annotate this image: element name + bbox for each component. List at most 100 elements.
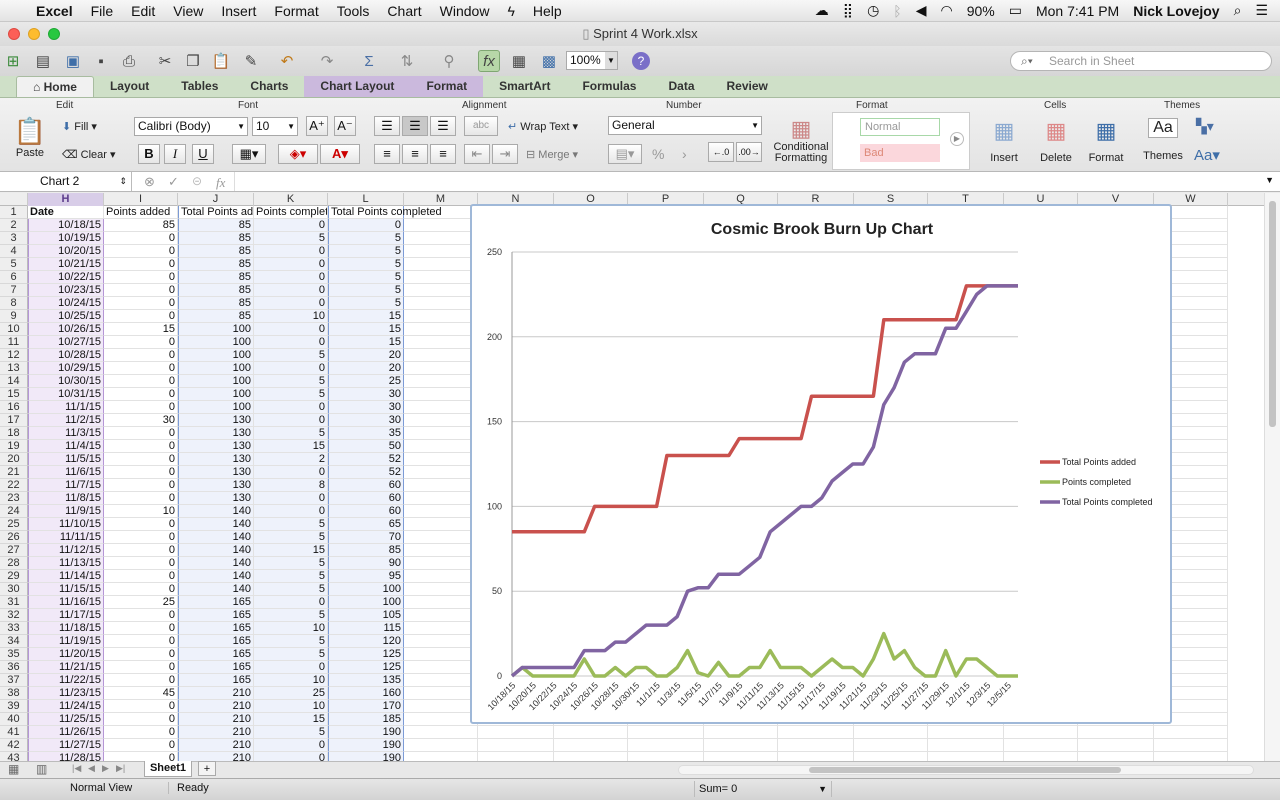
value-cell[interactable]: 190: [328, 752, 404, 761]
fx-label[interactable]: fx: [216, 175, 225, 191]
gallery-next-icon[interactable]: ▶: [950, 132, 964, 146]
bluetooth-icon[interactable]: ᛒ: [893, 3, 901, 19]
value-cell[interactable]: 0: [104, 310, 178, 323]
wrap-text-button[interactable]: ↵ Wrap Text ▾: [508, 120, 578, 133]
spotlight-icon[interactable]: ⌕: [1234, 2, 1242, 19]
empty-cell[interactable]: [404, 258, 478, 271]
align-middle-button[interactable]: ☰: [402, 116, 428, 136]
value-cell[interactable]: 25: [254, 687, 328, 700]
empty-cell[interactable]: [404, 596, 478, 609]
date-cell[interactable]: 11/18/15: [28, 622, 104, 635]
value-cell[interactable]: 0: [104, 349, 178, 362]
value-cell[interactable]: 5: [328, 232, 404, 245]
value-cell[interactable]: 85: [178, 297, 254, 310]
copy-icon[interactable]: ❐: [182, 50, 204, 72]
menu-chart[interactable]: Chart: [378, 3, 430, 19]
underline-button[interactable]: U: [192, 144, 214, 164]
empty-cell[interactable]: [404, 531, 478, 544]
empty-cell[interactable]: [628, 739, 704, 752]
zoom-window-button[interactable]: [48, 28, 60, 40]
increase-font-size-button[interactable]: A⁺: [306, 116, 328, 136]
row-header[interactable]: 29: [0, 570, 28, 583]
value-cell[interactable]: 130: [178, 453, 254, 466]
row-header[interactable]: 16: [0, 401, 28, 414]
value-cell[interactable]: 0: [104, 518, 178, 531]
value-cell[interactable]: 25: [104, 596, 178, 609]
date-cell[interactable]: 11/1/15: [28, 401, 104, 414]
date-cell[interactable]: 10/25/15: [28, 310, 104, 323]
tab-review[interactable]: Review: [711, 76, 784, 97]
value-cell[interactable]: 0: [254, 245, 328, 258]
value-cell[interactable]: 190: [328, 726, 404, 739]
app-menu[interactable]: Excel: [27, 3, 82, 19]
date-cell[interactable]: 11/22/15: [28, 674, 104, 687]
value-cell[interactable]: 140: [178, 583, 254, 596]
theme-fonts-icon[interactable]: Aa▾: [1194, 146, 1220, 164]
empty-cell[interactable]: [404, 323, 478, 336]
empty-cell[interactable]: [1154, 752, 1228, 761]
date-cell[interactable]: 10/21/15: [28, 258, 104, 271]
date-cell[interactable]: 10/29/15: [28, 362, 104, 375]
toolbox-icon[interactable]: ▩: [538, 50, 560, 72]
tab-home[interactable]: ⌂ Home: [16, 76, 94, 97]
value-cell[interactable]: 100: [328, 583, 404, 596]
value-cell[interactable]: 5: [328, 297, 404, 310]
value-cell[interactable]: 0: [104, 752, 178, 761]
header-cell[interactable]: Total Points completed: [328, 206, 442, 219]
header-cell[interactable]: Total Points added: [178, 206, 254, 219]
row-header[interactable]: 11: [0, 336, 28, 349]
menu-insert[interactable]: Insert: [212, 3, 265, 19]
value-cell[interactable]: 0: [254, 271, 328, 284]
value-cell[interactable]: 60: [328, 492, 404, 505]
value-cell[interactable]: 0: [254, 596, 328, 609]
date-cell[interactable]: 11/20/15: [28, 648, 104, 661]
style-normal[interactable]: Normal: [860, 118, 940, 136]
tab-data[interactable]: Data: [652, 76, 710, 97]
empty-cell[interactable]: [404, 570, 478, 583]
row-header[interactable]: 4: [0, 245, 28, 258]
menu-help[interactable]: Help: [524, 3, 571, 19]
clock-icon[interactable]: ◷: [867, 2, 879, 19]
save-icon[interactable]: ▪: [90, 50, 112, 72]
formula-input[interactable]: [234, 172, 1264, 191]
date-cell[interactable]: 11/4/15: [28, 440, 104, 453]
merge-button[interactable]: ⊟ Merge ▾: [526, 148, 578, 161]
format-cells-button[interactable]: ▦ Format: [1084, 118, 1128, 164]
value-cell[interactable]: 5: [254, 557, 328, 570]
add-sheet-icon[interactable]: +: [198, 761, 216, 776]
align-left-button[interactable]: ≡: [374, 144, 400, 164]
value-cell[interactable]: 0: [104, 674, 178, 687]
value-cell[interactable]: 0: [104, 609, 178, 622]
next-sheet-icon[interactable]: ▶: [102, 763, 109, 774]
value-cell[interactable]: 30: [328, 414, 404, 427]
paste-button[interactable]: 📋 Paste: [10, 116, 50, 159]
header-cell[interactable]: Date: [28, 206, 104, 219]
row-header[interactable]: 22: [0, 479, 28, 492]
empty-cell[interactable]: [404, 336, 478, 349]
value-cell[interactable]: 165: [178, 674, 254, 687]
date-cell[interactable]: 10/22/15: [28, 271, 104, 284]
empty-cell[interactable]: [928, 739, 1004, 752]
value-cell[interactable]: 0: [104, 440, 178, 453]
value-cell[interactable]: 100: [178, 362, 254, 375]
value-cell[interactable]: 0: [104, 557, 178, 570]
empty-cell[interactable]: [1078, 752, 1154, 761]
tab-formulas[interactable]: Formulas: [566, 76, 652, 97]
value-cell[interactable]: 165: [178, 635, 254, 648]
row-header[interactable]: 39: [0, 700, 28, 713]
empty-cell[interactable]: [404, 466, 478, 479]
sheet-tab[interactable]: Sheet1: [144, 761, 192, 777]
value-cell[interactable]: 5: [254, 388, 328, 401]
date-cell[interactable]: 10/20/15: [28, 245, 104, 258]
date-cell[interactable]: 11/2/15: [28, 414, 104, 427]
value-cell[interactable]: 5: [254, 648, 328, 661]
row-header[interactable]: 37: [0, 674, 28, 687]
row-header[interactable]: 6: [0, 271, 28, 284]
undo-icon[interactable]: ↶: [276, 50, 298, 72]
minimize-window-button[interactable]: [28, 28, 40, 40]
borders-button[interactable]: ▦▾: [232, 144, 266, 164]
value-cell[interactable]: 0: [254, 219, 328, 232]
empty-cell[interactable]: [478, 739, 554, 752]
value-cell[interactable]: 5: [254, 583, 328, 596]
date-cell[interactable]: 10/31/15: [28, 388, 104, 401]
